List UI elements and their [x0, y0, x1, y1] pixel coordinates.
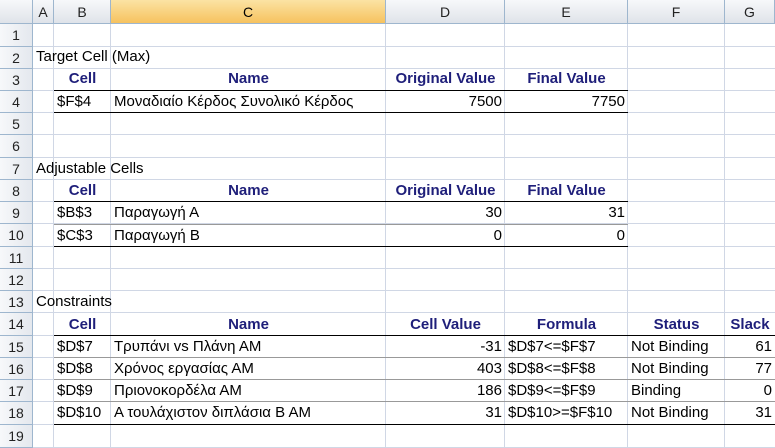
- adjustable-cell-name[interactable]: Παραγωγή Α: [111, 202, 386, 224]
- row-header[interactable]: 7: [0, 158, 33, 180]
- constraint-slack[interactable]: 77: [725, 358, 775, 380]
- target-cell-ref[interactable]: $F$4: [54, 91, 111, 113]
- select-all-corner[interactable]: [0, 0, 33, 24]
- row-header[interactable]: 1: [0, 24, 33, 47]
- row-header[interactable]: 8: [0, 180, 33, 202]
- constraint-status[interactable]: Not Binding: [628, 402, 725, 424]
- row-header[interactable]: 11: [0, 247, 33, 269]
- section-title-target-cell: Target Cell (Max): [36, 48, 151, 65]
- header-cell: Cell: [68, 70, 97, 87]
- constraint-formula[interactable]: $D$7<=$F$7: [505, 336, 628, 358]
- row-header[interactable]: 9: [0, 202, 33, 224]
- constraint-cell-ref[interactable]: $D$7: [54, 336, 111, 358]
- constraint-cell-ref[interactable]: $D$10: [54, 402, 111, 424]
- constraint-cell-value[interactable]: 186: [386, 380, 505, 402]
- constraint-cell-value[interactable]: 31: [386, 402, 505, 424]
- adjustable-final-value[interactable]: 0: [505, 225, 628, 247]
- header-cell: Cell: [68, 316, 97, 333]
- row-header[interactable]: 4: [0, 91, 33, 113]
- constraint-formula[interactable]: $D$8<=$F$8: [505, 358, 628, 380]
- header-cell-value: Cell Value: [410, 316, 481, 333]
- header-final-value: Final Value: [527, 70, 606, 87]
- adjustable-final-value[interactable]: 31: [505, 202, 628, 224]
- table-bottom-rule: [54, 112, 628, 113]
- row-header[interactable]: 2: [0, 47, 33, 69]
- column-header-b[interactable]: B: [54, 0, 111, 24]
- column-header-a[interactable]: A: [33, 0, 54, 24]
- constraint-cell-ref[interactable]: $D$8: [54, 358, 111, 380]
- column-header-f[interactable]: F: [628, 0, 725, 24]
- row-header[interactable]: 6: [0, 135, 33, 158]
- row-header[interactable]: 14: [0, 313, 33, 336]
- column-header-g[interactable]: G: [725, 0, 775, 24]
- constraint-formula[interactable]: $D$9<=$F$9: [505, 380, 628, 402]
- constraint-name[interactable]: Πριονοκορδέλα ΑΜ: [111, 380, 386, 402]
- gridline: [33, 134, 775, 135]
- constraint-slack[interactable]: 0: [725, 380, 775, 402]
- constraint-name[interactable]: Τρυπάνι vs Πλάνη ΑΜ: [111, 336, 386, 358]
- constraint-cell-value[interactable]: 403: [386, 358, 505, 380]
- header-slack: Slack: [730, 316, 770, 333]
- constraint-cell-ref[interactable]: $D$9: [54, 380, 111, 402]
- gridline: [33, 268, 775, 269]
- header-name: Name: [228, 182, 269, 199]
- gridline: [33, 312, 775, 313]
- constraint-formula[interactable]: $D$10>=$F$10: [505, 402, 628, 424]
- section-title-constraints: Constraints: [36, 293, 112, 310]
- row-header[interactable]: 13: [0, 291, 33, 313]
- header-original-value: Original Value: [395, 182, 496, 199]
- row-header[interactable]: 3: [0, 69, 33, 91]
- adjustable-original-value[interactable]: 0: [386, 225, 505, 247]
- header-name: Name: [228, 316, 269, 333]
- row-header[interactable]: 16: [0, 358, 33, 380]
- table-bottom-rule: [54, 246, 628, 247]
- constraint-slack[interactable]: 61: [725, 336, 775, 358]
- column-header-d[interactable]: D: [386, 0, 505, 24]
- row-header[interactable]: 15: [0, 336, 33, 358]
- adjustable-cell-ref[interactable]: $B$3: [54, 202, 111, 224]
- section-title-adjustable-cells: Adjustable Cells: [36, 160, 144, 177]
- constraint-cell-value[interactable]: -31: [386, 336, 505, 358]
- target-original-value[interactable]: 7500: [386, 91, 505, 113]
- target-final-value[interactable]: 7750: [505, 91, 628, 113]
- adjustable-cell-name[interactable]: Παραγωγή Β: [111, 225, 386, 247]
- column-header-e[interactable]: E: [505, 0, 628, 24]
- constraint-slack[interactable]: 31: [725, 402, 775, 424]
- row-header[interactable]: 12: [0, 269, 33, 291]
- row-header[interactable]: 17: [0, 380, 33, 402]
- row-header[interactable]: 5: [0, 113, 33, 135]
- spreadsheet-grid[interactable]: A B C D E F G 1 2 3 4 5 6 7 8 9 10 11 12…: [0, 0, 775, 448]
- table-bottom-rule: [54, 424, 775, 425]
- constraint-name[interactable]: Α τουλάχιστον διπλάσια Β ΑΜ: [111, 402, 386, 424]
- adjustable-original-value[interactable]: 30: [386, 202, 505, 224]
- header-name: Name: [228, 70, 269, 87]
- column-header-c[interactable]: C: [111, 0, 386, 24]
- constraint-status[interactable]: Not Binding: [628, 336, 725, 358]
- header-status: Status: [653, 316, 700, 333]
- constraint-status[interactable]: Binding: [628, 380, 725, 402]
- header-cell: Cell: [68, 182, 97, 199]
- target-cell-name[interactable]: Μοναδιαίο Κέρδος Συνολικό Κέρδος: [111, 91, 386, 113]
- row-header[interactable]: 19: [0, 425, 33, 448]
- constraint-name[interactable]: Χρόνος εργασίας ΑΜ: [111, 358, 386, 380]
- row-header[interactable]: 10: [0, 224, 33, 247]
- header-final-value: Final Value: [527, 182, 606, 199]
- row-header[interactable]: 18: [0, 402, 33, 425]
- adjustable-cell-ref[interactable]: $C$3: [54, 225, 111, 247]
- header-original-value: Original Value: [395, 70, 496, 87]
- header-formula: Formula: [536, 316, 597, 333]
- gridline: [33, 290, 775, 291]
- constraint-status[interactable]: Not Binding: [628, 358, 725, 380]
